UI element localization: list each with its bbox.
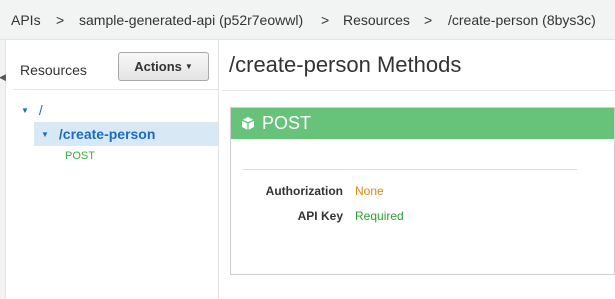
tree-item-create-person-label: /create-person xyxy=(58,126,156,142)
breadcrumb-separator: > xyxy=(424,12,433,28)
breadcrumb-separator: > xyxy=(321,12,330,28)
actions-button[interactable]: Actions ▼ xyxy=(118,52,209,81)
collapse-arrow-icon[interactable]: ◀ xyxy=(0,72,6,83)
collapsed-nav-panel[interactable]: ◀ xyxy=(0,40,6,299)
breadcrumb-separator: > xyxy=(56,12,65,28)
breadcrumb-resources-link[interactable]: Resources xyxy=(343,12,410,28)
divider xyxy=(222,90,615,91)
expand-triangle-icon[interactable]: ▼ xyxy=(21,106,29,115)
caret-down-icon: ▼ xyxy=(184,62,193,71)
method-card-post[interactable]: POST Authorization None API Key Required xyxy=(230,107,615,275)
breadcrumb-api-link[interactable]: sample-generated-api (p52r7eowwl) xyxy=(79,12,303,28)
cube-icon xyxy=(241,117,255,130)
api-key-label: API Key xyxy=(297,209,343,223)
actions-label: Actions xyxy=(134,59,182,74)
page-title: /create-person Methods xyxy=(229,52,462,77)
resources-heading: Resources xyxy=(20,62,87,78)
authorization-value: None xyxy=(355,184,384,198)
tree-item-create-person[interactable]: ▼ /create-person xyxy=(41,126,155,142)
expand-triangle-icon[interactable]: ▼ xyxy=(41,130,49,139)
api-key-value: Required xyxy=(355,209,404,223)
tree-item-root[interactable]: ▼ / xyxy=(21,102,43,118)
breadcrumb-apis-link[interactable]: APIs xyxy=(11,12,41,28)
breadcrumb-current-resource: /create-person (8bys3c) xyxy=(448,12,596,28)
breadcrumb: APIs > sample-generated-api (p52r7eowwl)… xyxy=(0,0,615,40)
divider xyxy=(13,89,218,90)
divider xyxy=(243,169,577,170)
method-card-header[interactable]: POST xyxy=(231,108,614,139)
tree-item-post-method[interactable]: POST xyxy=(65,150,95,162)
authorization-label: Authorization xyxy=(265,184,343,198)
tree-item-root-label: / xyxy=(38,102,43,118)
resources-sidebar: Resources Actions ▼ ▼ / ▼ /create-person… xyxy=(7,40,219,299)
method-card-title: POST xyxy=(262,113,312,133)
